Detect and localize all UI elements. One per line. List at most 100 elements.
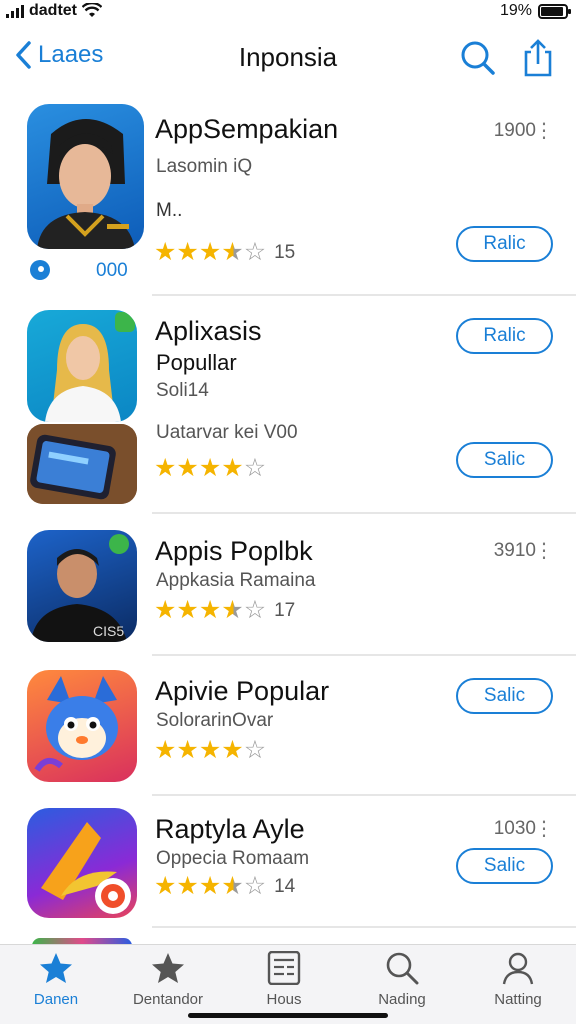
list-icon [267, 951, 301, 985]
app-icon [27, 310, 137, 422]
app-list-item[interactable]: Aplixasis Popullar Soli14 Uatarvar kei V… [0, 296, 576, 514]
star-icon: ★ [198, 596, 222, 624]
phone-icon [27, 424, 137, 504]
star-icon: ★ [176, 596, 199, 624]
more-options-icon[interactable]: ⋮ [534, 538, 554, 563]
star-rating: ★ ★ ★ ★ ☆ 17 [154, 598, 295, 623]
search-icon [461, 41, 495, 75]
share-button[interactable] [520, 38, 560, 78]
get-button[interactable]: Ralic [456, 226, 553, 262]
portrait-icon [45, 312, 135, 422]
app-count: 3910 [493, 540, 536, 561]
status-bar: dadtet 19% [0, 0, 576, 26]
star-rating: ★ ★ ★ ★ ☆ [154, 738, 266, 763]
rating-count: 17 [274, 599, 296, 621]
app-subtitle: Soli14 [156, 380, 209, 401]
chevron-left-icon [16, 41, 31, 69]
more-options-icon[interactable]: ⋮ [534, 118, 554, 143]
app-subtitle: Lasomin iQ [156, 156, 253, 177]
app-icon [27, 670, 137, 782]
get-button[interactable]: Ralic [456, 318, 553, 354]
app-icon [27, 808, 137, 918]
tab-dentandor[interactable]: Dentandor [113, 951, 223, 1008]
favorite-icon [152, 953, 184, 983]
signal-icon [6, 4, 24, 18]
search-icon [386, 952, 419, 985]
tab-label: Natting [494, 991, 542, 1008]
empty-star-icon: ☆ [243, 238, 267, 266]
star-icon: ★ [198, 238, 222, 266]
app-icon: CIS5 [27, 530, 137, 642]
star-icon: ★ [176, 238, 199, 266]
app-subtitle: SolorarinOvar [156, 710, 274, 731]
half-star-icon: ★ [221, 596, 244, 624]
star-icon: ★ [176, 736, 199, 764]
wifi-icon [82, 3, 102, 17]
app-count: 1900 [493, 120, 536, 141]
carrier-name: dadtet [29, 2, 77, 19]
battery-percent: 19% [499, 2, 532, 19]
logo-icon [41, 822, 131, 914]
rating-count: 14 [274, 875, 296, 897]
app-badge-count: 000 [96, 260, 128, 281]
get-button[interactable]: Salic [456, 678, 553, 714]
back-label: Laaes [38, 41, 104, 68]
share-icon [524, 39, 552, 77]
app-name: Apivie Popular [155, 676, 330, 706]
navigation-bar: Laaes Inponsia [0, 26, 576, 90]
tab-nading[interactable]: Nading [347, 951, 457, 1008]
star-rating: ★ ★ ★ ★ ☆ 14 [154, 874, 295, 899]
tab-hous[interactable]: Hous [229, 951, 339, 1008]
app-list-item[interactable]: Apivie Popular SolorarinOvar ★ ★ ★ ★ ☆ Salic [0, 656, 576, 796]
app-name: Raptyla Ayle [155, 814, 305, 844]
app-subtitle: Appkasia Ramaina [156, 570, 316, 591]
mascot-icon [34, 676, 118, 772]
half-star-icon: ★ [221, 238, 244, 266]
tab-danen[interactable]: Danen [1, 951, 111, 1008]
app-count: 1030 [493, 818, 536, 839]
battery-icon [538, 3, 571, 19]
app-icon [27, 104, 144, 249]
star-icon [40, 953, 72, 983]
app-name: Appis Poplbk [155, 536, 313, 566]
portrait-icon [37, 119, 135, 249]
app-name: AppSempakian [155, 114, 339, 144]
star-rating: ★ ★ ★ ★ ☆ 15 [154, 240, 295, 265]
get-button[interactable]: Salic [456, 848, 553, 884]
tab-label: Dentandor [132, 991, 204, 1008]
tab-label: Danen [33, 991, 79, 1008]
more-options-icon[interactable]: ⋮ [534, 816, 554, 841]
app-subtitle: Oppecia Romaam [156, 848, 310, 869]
star-icon: ★ [198, 454, 222, 482]
app-list-item[interactable]: Raptyla Ayle Oppecia Romaam 1030 ⋮ ★ ★ ★ ★ ☆… [0, 796, 576, 928]
star-icon: ★ [176, 872, 199, 900]
star-icon: ★ [198, 872, 222, 900]
back-button[interactable]: Laaes [14, 40, 103, 70]
empty-star-icon: ☆ [243, 872, 267, 900]
half-star-icon: ★ [221, 872, 244, 900]
rating-count: 15 [274, 241, 296, 263]
app-tagline: Uatarvar kei V00 [156, 422, 298, 443]
star-icon: ★ [154, 872, 177, 900]
star-icon: ★ [176, 454, 199, 482]
home-indicator[interactable] [188, 1013, 388, 1018]
app-badge-icon [30, 260, 50, 280]
app-list-item[interactable]: 000 AppSempakian Lasomin iQ M.. 1900 ⋮ ★… [0, 100, 576, 296]
app-category: Popullar [156, 350, 237, 375]
star-icon: ★ [154, 596, 177, 624]
star-icon: ★ [154, 736, 177, 764]
empty-star-icon: ☆ [243, 736, 267, 764]
star-icon: ★ [154, 454, 177, 482]
tab-bar: Danen Dentandor Hous Nading Natting [0, 944, 576, 1024]
tab-natting[interactable]: Natting [463, 951, 573, 1008]
app-name: Aplixasis [155, 316, 262, 346]
row-divider [152, 926, 576, 928]
get-button[interactable]: Salic [456, 442, 553, 478]
search-button[interactable] [458, 38, 498, 78]
app-list-item[interactable]: CIS5 Appis Poplbk Appkasia Ramaina 3910 … [0, 514, 576, 656]
star-icon: ★ [221, 736, 244, 764]
star-icon: ★ [221, 454, 244, 482]
empty-star-icon: ☆ [243, 596, 267, 624]
star-rating: ★ ★ ★ ★ ☆ [154, 456, 266, 481]
app-screenshot [27, 424, 137, 504]
